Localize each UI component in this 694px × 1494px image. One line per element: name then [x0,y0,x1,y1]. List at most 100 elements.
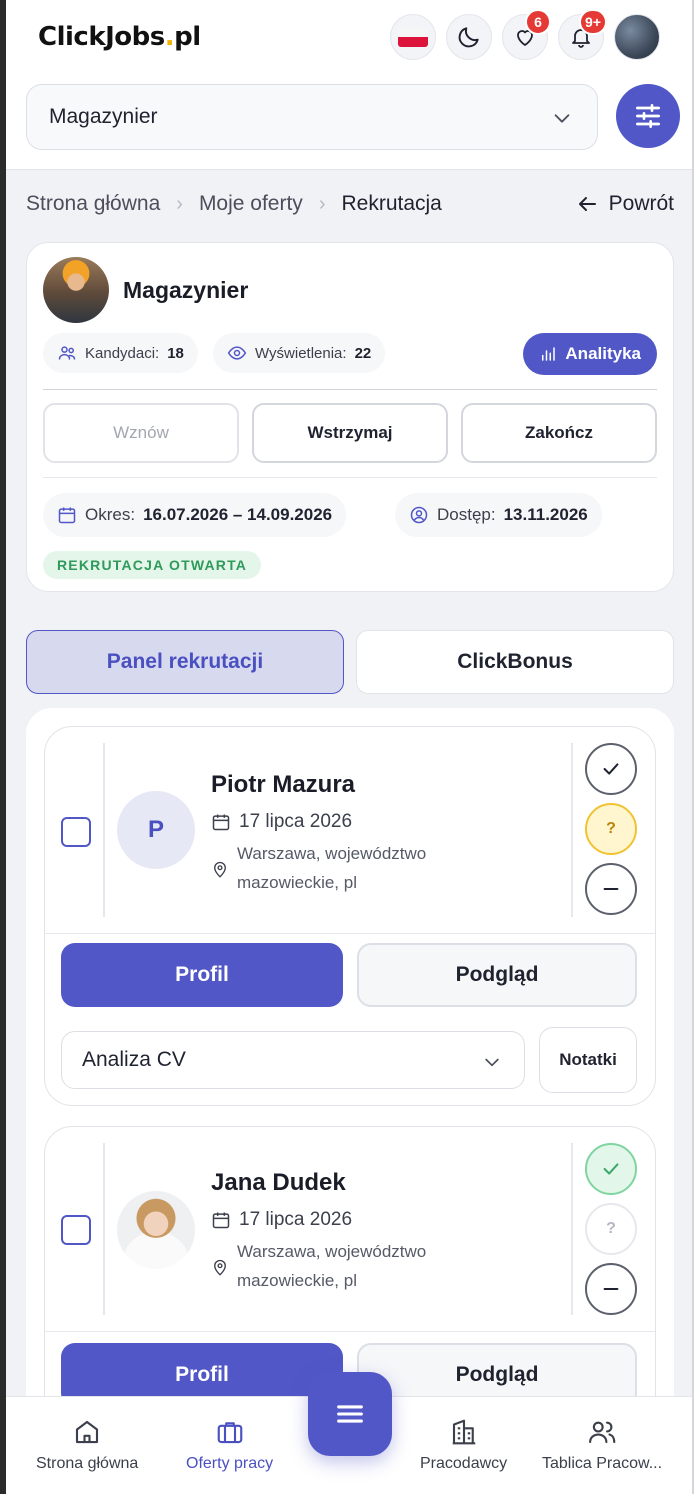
menu-button[interactable] [308,1372,392,1456]
eye-icon [227,346,247,360]
logo-dot: . [164,22,175,52]
recruitment-status-badge: REKRUTACJA OTWARTA [43,551,262,579]
candidate-name[interactable]: Jana Dudek [211,1169,346,1197]
preview-button[interactable]: Podgląd [357,943,637,1007]
pause-button[interactable]: Wstrzymaj [252,403,448,463]
bar-chart-icon [542,347,556,361]
back-label: Powrót [608,192,674,215]
views-value: 22 [354,344,372,362]
nav-home-label: Strona główna [36,1455,139,1472]
card-separator [103,1143,105,1315]
building-icon [452,1419,475,1445]
chevron-down-icon [554,114,570,123]
card-separator [103,743,105,917]
logo-text: ClickJobs [38,22,165,52]
calendar-icon [58,507,76,524]
views-count-pill: Wyświetlenia: 22 [213,333,386,373]
resume-button[interactable]: Wznów [43,403,239,463]
breadcrumb-my-offers[interactable]: Moje oferty [199,192,303,216]
candidate-name[interactable]: Piotr Mazura [211,771,355,799]
period-pill: Okres: 16.07.2026 – 14.09.2026 [43,493,347,537]
candidate-checkbox[interactable] [61,817,91,847]
card-separator [571,1143,573,1315]
chevron-down-icon [485,1058,499,1067]
maybe-button[interactable]: ? [585,1203,637,1255]
notifications-button[interactable]: 9+ [558,9,607,60]
map-pin-icon [214,861,226,878]
accept-button[interactable] [585,1143,637,1195]
job-search-select[interactable]: Magazynier [26,84,598,150]
nav-employee-board[interactable]: Tablica Pracow... [542,1417,662,1473]
calendar-icon [212,814,230,831]
nav-employers-label: Pracodawcy [420,1455,508,1472]
finish-button[interactable]: Zakończ [461,403,657,463]
offer-title: Magazynier [123,277,249,303]
candidate-location-text: Warszawa, województwo mazowieckie, pl [237,1242,427,1290]
back-button[interactable]: Powrót [575,192,674,216]
check-icon [603,1163,619,1175]
header-actions: 6 9+ [390,9,660,60]
accept-button[interactable] [585,743,637,795]
analytics-label: Analityka [565,344,641,363]
maybe-button[interactable]: ? [585,803,637,855]
breadcrumb-chevron-icon: › [176,192,183,215]
card-divider [45,933,655,934]
tab-clickbonus[interactable]: ClickBonus [356,630,674,694]
access-label: Dostęp: [437,505,496,524]
profile-button[interactable]: Profil [61,943,343,1007]
user-circle-icon [410,506,428,524]
candidate-date-text: 17 lipca 2026 [239,1209,353,1230]
breadcrumb-home[interactable]: Strona główna [26,192,160,216]
minus-icon [603,1287,619,1291]
user-avatar[interactable] [614,14,660,60]
notes-button[interactable]: Notatki [539,1027,637,1093]
period-label: Okres: [85,505,136,524]
nav-home[interactable]: Strona główna [36,1417,138,1473]
filter-button[interactable] [616,84,680,148]
favorites-badge: 6 [525,9,551,35]
calendar-icon [212,1212,230,1229]
candidate-date-text: 17 lipca 2026 [239,811,353,832]
reject-button[interactable] [585,1263,637,1315]
candidate-location: Warszawa, województwo mazowieckie, pl [211,839,481,897]
avatar: P [117,791,195,869]
offer-card: Magazynier Kandydaci: 18 Wyświetlenia: 2… [26,242,674,592]
views-label: Wyświetlenia: [255,344,347,362]
access-pill: Dostęp: 13.11.2026 [395,493,602,537]
dark-mode-button[interactable] [446,14,492,60]
candidate-date: 17 lipca 2026 [211,811,352,833]
candidates-count-pill: Kandydaci: 18 [43,333,198,373]
moon-icon [458,27,479,48]
clickjobs-logo[interactable]: ClickJobs.pl [38,22,201,52]
check-icon [603,763,619,775]
polish-flag-icon [398,27,428,47]
recruitment-stage-value: Analiza CV [82,1048,186,1071]
period-value: 16.07.2026 – 14.09.2026 [143,505,333,524]
tab-recruitment-panel[interactable]: Panel rekrutacji [26,630,344,694]
users-icon [589,1421,616,1444]
language-switch-button[interactable] [390,14,436,60]
candidate-checkbox[interactable] [61,1215,91,1245]
nav-employee-board-label: Tablica Pracow... [542,1455,663,1472]
nav-employers[interactable]: Pracodawcy [420,1417,507,1473]
candidate-card: P Piotr Mazura 17 lipca 2026 Warszawa, w… [44,726,656,1106]
candidate-date: 17 lipca 2026 [211,1209,352,1231]
breadcrumb-current: Rekrutacja [341,192,442,215]
candidate-location-text: Warszawa, województwo mazowieckie, pl [237,844,427,892]
offer-divider [43,477,657,478]
offer-divider [43,389,657,390]
hamburger-menu-icon [337,1405,363,1423]
recruitment-stage-select[interactable]: Analiza CV [61,1031,525,1089]
reject-button[interactable] [585,863,637,915]
nav-job-offers[interactable]: Oferty pracy [186,1417,273,1473]
favorites-button[interactable]: 6 [502,9,551,60]
card-divider [45,1331,655,1332]
analytics-button[interactable]: Analityka [523,333,657,375]
candidate-location: Warszawa, województwo mazowieckie, pl [211,1237,481,1295]
sliders-icon [636,104,660,128]
card-separator [571,743,573,917]
avatar [117,1191,195,1269]
breadcrumb-chevron-icon: › [318,192,326,215]
job-search-value: Magazynier [49,105,158,128]
access-value: 13.11.2026 [503,505,588,524]
